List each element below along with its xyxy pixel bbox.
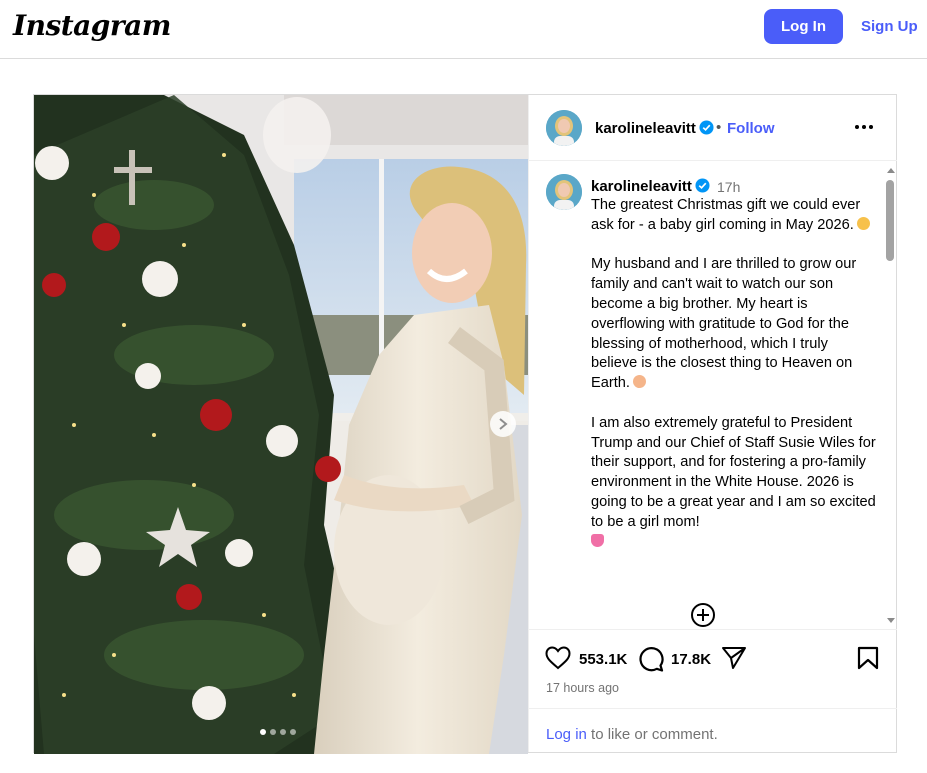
chevron-right-icon bbox=[499, 418, 508, 430]
caption-username[interactable]: karolineleavitt bbox=[591, 178, 710, 195]
instagram-logo[interactable]: Instagram bbox=[13, 9, 171, 42]
post-header: karolineleavitt • Follow bbox=[529, 95, 897, 161]
verified-icon bbox=[699, 120, 714, 135]
save-button[interactable] bbox=[857, 646, 879, 675]
comments-count[interactable]: 17.8K bbox=[671, 651, 711, 668]
caption-text: The greatest Christmas gift we could eve… bbox=[591, 196, 876, 572]
pink-heart-emoji-icon bbox=[591, 533, 604, 547]
sign-up-link[interactable]: Sign Up bbox=[861, 18, 918, 35]
log-in-button[interactable]: Log In bbox=[764, 9, 843, 44]
login-prompt: Log in to like or comment. bbox=[546, 726, 718, 743]
likes-count[interactable]: 553.1K bbox=[579, 651, 627, 668]
avatar[interactable] bbox=[546, 174, 582, 210]
baby-face-emoji-icon bbox=[632, 375, 646, 389]
like-button[interactable] bbox=[545, 646, 571, 675]
share-icon bbox=[722, 647, 746, 669]
scroll-thumb[interactable] bbox=[886, 180, 894, 261]
post-image[interactable] bbox=[34, 95, 528, 754]
carousel-dot-active bbox=[260, 729, 266, 735]
post-timestamp[interactable]: 17 hours ago bbox=[546, 681, 619, 695]
scroll-down-arrow[interactable] bbox=[887, 618, 895, 623]
action-bar: 553.1K 17.8K 17 hours ago Log in to like… bbox=[529, 629, 897, 752]
verified-icon bbox=[695, 178, 710, 193]
add-circle-icon[interactable] bbox=[691, 603, 715, 627]
bookmark-icon bbox=[857, 646, 879, 670]
post-sidebar: karolineleavitt • Follow karolineleavitt… bbox=[528, 95, 897, 752]
follow-button[interactable]: Follow bbox=[727, 120, 775, 137]
scroll-up-arrow[interactable] bbox=[887, 168, 895, 173]
caption-timestamp[interactable]: 17h bbox=[717, 179, 740, 195]
photo-illustration bbox=[34, 95, 528, 754]
top-navigation-bar: Instagram Log In Sign Up bbox=[0, 0, 927, 59]
carousel-dot bbox=[290, 729, 296, 735]
caption-section: karolineleavitt 17h The greatest Christm… bbox=[529, 162, 897, 629]
carousel-dot bbox=[280, 729, 286, 735]
smiling-face-emoji-icon bbox=[856, 216, 870, 230]
log-in-link[interactable]: Log in bbox=[546, 726, 587, 743]
divider bbox=[529, 708, 897, 709]
heart-icon bbox=[545, 646, 571, 670]
post-card: karolineleavitt • Follow karolineleavitt… bbox=[33, 94, 897, 754]
more-icon[interactable] bbox=[855, 125, 873, 129]
share-button[interactable] bbox=[721, 646, 747, 675]
carousel-dot bbox=[270, 729, 276, 735]
comment-icon bbox=[639, 647, 664, 672]
comment-button[interactable] bbox=[638, 646, 664, 677]
avatar[interactable] bbox=[546, 110, 582, 146]
carousel-indicator bbox=[260, 729, 296, 735]
next-image-button[interactable] bbox=[490, 411, 516, 437]
separator-dot: • bbox=[716, 119, 722, 136]
username-link[interactable]: karolineleavitt bbox=[595, 120, 714, 137]
caption-scrollbar[interactable] bbox=[884, 162, 896, 629]
